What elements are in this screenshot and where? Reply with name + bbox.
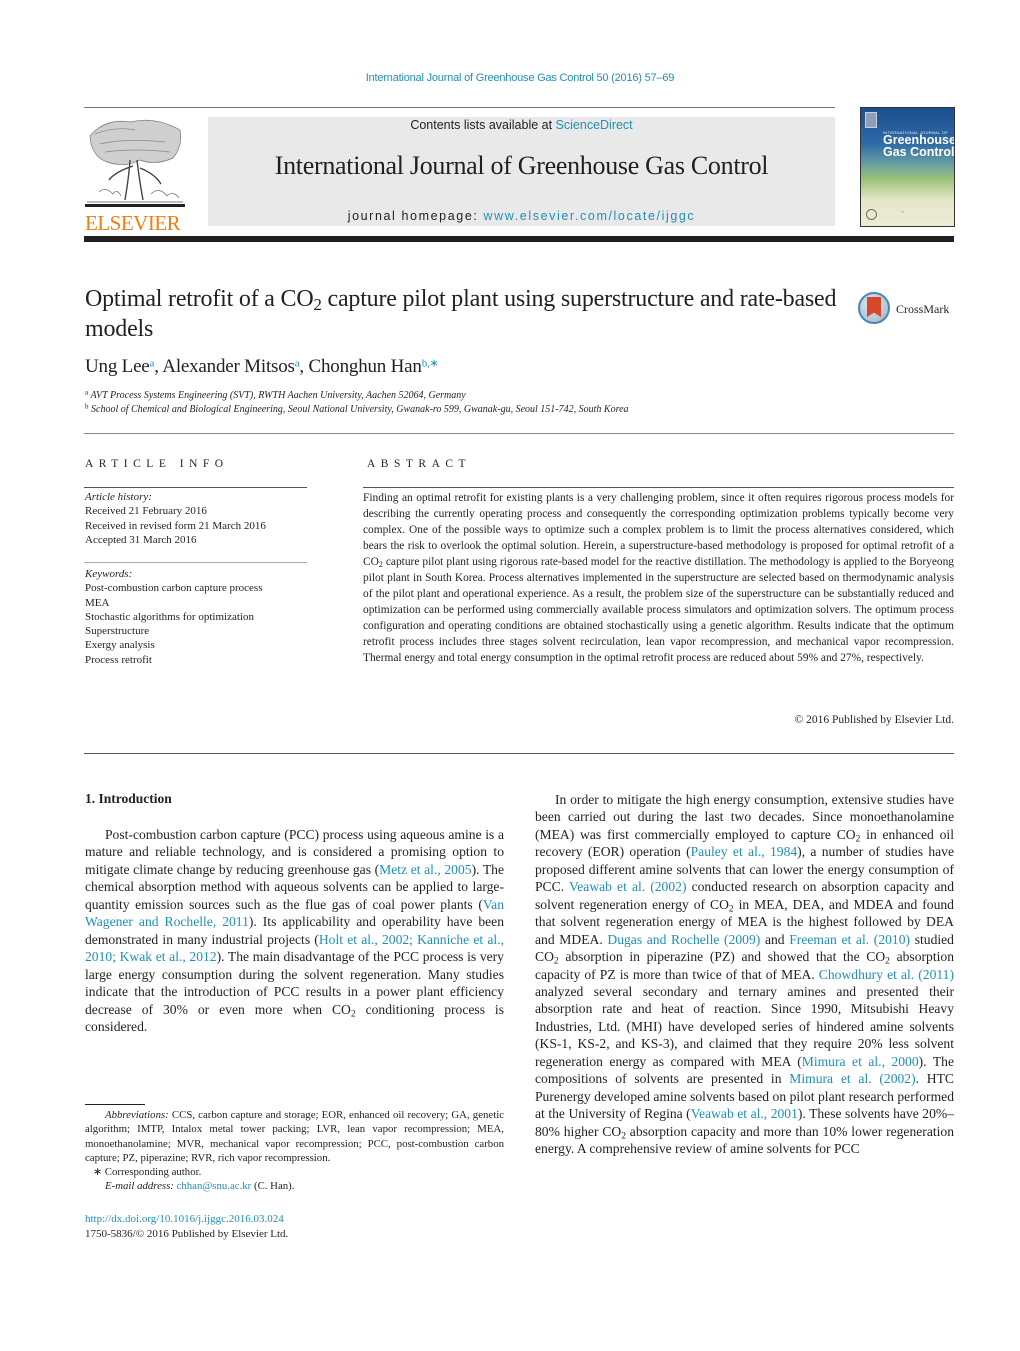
cover-title-line2: Gas Control	[883, 145, 955, 159]
paragraph: Post-combustion carbon capture (PCC) pro…	[85, 826, 504, 1035]
divider	[84, 487, 307, 488]
author-list: Ung Leea, Alexander Mitsosa, Chonghun Ha…	[85, 356, 439, 377]
title-subscript: 2	[313, 295, 322, 315]
abbreviations-footnote: Abbreviations: CCS, carbon capture and s…	[85, 1108, 504, 1165]
doi-block: http://dx.doi.org/10.1016/j.ijggc.2016.0…	[85, 1212, 288, 1241]
sciencedirect-link[interactable]: ScienceDirect	[556, 118, 633, 132]
issn-line: 1750-5836/© 2016 Published by Elsevier L…	[85, 1227, 289, 1240]
author-name[interactable]: Alexander Mitsos	[162, 356, 295, 377]
keyword-item: Post-combustion carbon capture process	[85, 582, 263, 595]
cover-title: Greenhouse Gas Control	[883, 134, 955, 159]
abstract-copyright: © 2016 Published by Elsevier Ltd.	[794, 714, 954, 726]
text: absorption in piperazine (PZ) and showed…	[558, 949, 886, 965]
citation-link[interactable]: Veawab et al. (2002)	[569, 879, 687, 894]
citation-link[interactable]: Dugas and Rochelle (2009)	[607, 932, 760, 947]
contents-line: Contents lists available at ScienceDirec…	[208, 118, 835, 132]
citation-link[interactable]: Metz et al., 2005	[379, 862, 471, 877]
keywords: Keywords: Post-combustion carbon capture…	[85, 567, 262, 667]
article-history: Article history: Received 21 February 20…	[85, 490, 266, 547]
email-line: E-mail address: chhan@snu.ac.kr (C. Han)…	[85, 1179, 504, 1193]
top-rule	[84, 107, 835, 108]
journal-cover-thumbnail[interactable]: INTERNATIONAL JOURNAL OF Greenhouse Gas …	[860, 107, 955, 227]
affiliation: a AVT Process Systems Engineering (SVT),…	[85, 388, 466, 401]
crossmark-button[interactable]: CrossMark	[858, 290, 958, 330]
homepage-prefix: journal homepage:	[347, 209, 484, 223]
elsevier-wordmark: ELSEVIER	[85, 211, 181, 235]
abstract-text: Finding an optimal retrofit for existing…	[363, 490, 954, 667]
citation-link[interactable]: Mimura et al. (2002)	[789, 1071, 915, 1086]
text: and	[760, 931, 790, 947]
citation-link[interactable]: Freeman et al. (2010)	[789, 932, 910, 947]
journal-homepage-link[interactable]: www.elsevier.com/locate/ijggc	[484, 209, 696, 223]
divider	[363, 487, 954, 488]
keywords-label: Keywords:	[85, 568, 133, 580]
divider	[84, 562, 307, 563]
elsevier-mini-logo-icon	[865, 112, 877, 128]
elsevier-tree-icon	[85, 119, 185, 207]
author-name[interactable]: Ung Lee	[85, 356, 150, 377]
homepage-line: journal homepage: www.elsevier.com/locat…	[208, 209, 835, 223]
society-seal-icon	[866, 209, 877, 220]
contents-prefix: Contents lists available at	[410, 118, 556, 132]
affiliation-key: b	[85, 402, 89, 411]
citation-link[interactable]: Mimura et al., 2000	[802, 1054, 919, 1069]
history-item: Received 21 February 2016	[85, 505, 207, 518]
email-link[interactable]: chhan@snu.ac.kr	[177, 1180, 252, 1192]
title-text-1: Optimal retrofit of a CO	[85, 286, 314, 312]
article-info-heading: ARTICLE INFO	[85, 458, 229, 470]
keyword-item: MEA	[85, 596, 110, 609]
email-suffix: (C. Han).	[251, 1180, 295, 1193]
affiliation: b School of Chemical and Biological Engi…	[85, 402, 629, 415]
history-item: Accepted 31 March 2016	[85, 533, 197, 546]
author-affil-link[interactable]: a	[295, 358, 300, 370]
author-name[interactable]: Chonghun Han	[309, 356, 422, 377]
divider	[84, 433, 954, 434]
keyword-item: Superstructure	[85, 625, 150, 638]
body-column-right: In order to mitigate the high energy con…	[535, 791, 954, 1158]
author-affil-link[interactable]: b,∗	[422, 358, 439, 370]
affiliation-text: AVT Process Systems Engineering (SVT), R…	[90, 390, 466, 401]
footnote-rule	[85, 1104, 145, 1105]
abstract-heading: ABSTRACT	[367, 458, 472, 470]
body-column-left: Post-combustion carbon capture (PCC) pro…	[85, 826, 504, 1035]
abstract-text-2: capture pilot plant using rigorous rate-…	[363, 556, 954, 665]
email-label: E-mail address:	[105, 1180, 174, 1193]
keyword-item: Stochastic algorithms for optimization	[85, 610, 254, 623]
affiliation-key: a	[85, 388, 89, 397]
abbreviations-label: Abbreviations:	[105, 1109, 169, 1121]
running-head[interactable]: International Journal of Greenhouse Gas …	[0, 72, 1020, 84]
history-label: Article history:	[85, 491, 152, 503]
citation-link[interactable]: Pauley et al., 1984	[691, 844, 798, 859]
divider	[84, 753, 954, 754]
elsevier-logo[interactable]: ELSEVIER	[85, 116, 185, 234]
citation-link[interactable]: Chowdhury et al. (2011)	[819, 967, 954, 982]
affiliation-text: School of Chemical and Biological Engine…	[91, 404, 629, 415]
doi-link[interactable]: http://dx.doi.org/10.1016/j.ijggc.2016.0…	[85, 1213, 284, 1225]
paragraph: In order to mitigate the high energy con…	[535, 791, 954, 1158]
cover-signature-icon: ~	[901, 210, 905, 216]
author-affil-link[interactable]: a	[150, 358, 155, 370]
journal-banner: Contents lists available at ScienceDirec…	[208, 117, 835, 226]
section-heading: 1. Introduction	[85, 791, 172, 806]
article-title: Optimal retrofit of a CO2 capture pilot …	[85, 284, 845, 344]
keyword-item: Exergy analysis	[85, 639, 155, 652]
crossmark-label: CrossMark	[896, 302, 950, 316]
journal-title: International Journal of Greenhouse Gas …	[274, 151, 769, 180]
keyword-item: Process retrofit	[85, 653, 152, 666]
corresponding-author-note: ∗ Corresponding author.	[93, 1166, 202, 1179]
history-item: Received in revised form 21 March 2016	[85, 519, 266, 532]
header-thick-rule	[84, 236, 954, 242]
footnotes: Abbreviations: CCS, carbon capture and s…	[85, 1108, 504, 1194]
citation-link[interactable]: Veawab et al., 2001	[691, 1106, 798, 1121]
